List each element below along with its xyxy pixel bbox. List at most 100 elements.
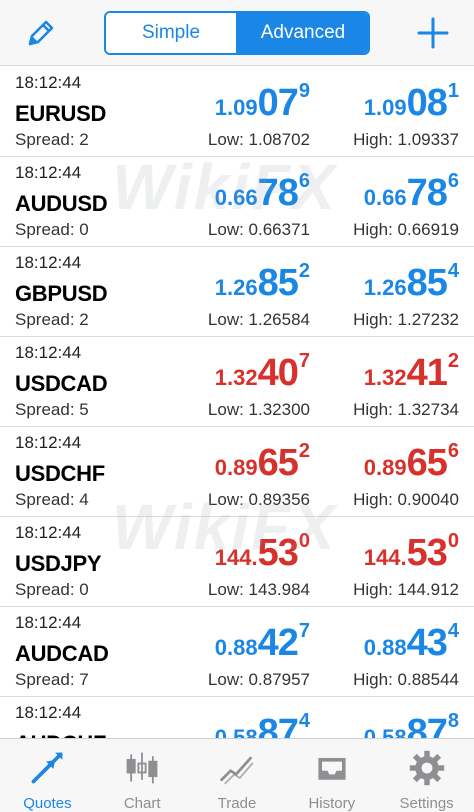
tab-bar: Quotes Chart Trade History Settings xyxy=(0,738,474,812)
add-symbol-button[interactable] xyxy=(414,14,452,52)
ask-price-prefix: 1.32 xyxy=(363,365,407,390)
quote-low: Low: 0.87957 xyxy=(207,670,310,689)
quotes-arrows-icon xyxy=(32,752,63,784)
edit-button[interactable] xyxy=(24,16,58,50)
ask-price: 0.58878 xyxy=(364,711,459,738)
bid-price: 0.89652 xyxy=(215,441,310,482)
bid-price-prefix: 1.26 xyxy=(214,275,258,300)
segment-advanced[interactable]: Advanced xyxy=(236,13,368,53)
quote-low: Low: 1.32300 xyxy=(207,400,310,419)
plus-icon xyxy=(417,17,449,49)
segment-simple[interactable]: Simple xyxy=(106,13,236,53)
quote-low: Low: 1.26584 xyxy=(207,310,310,329)
bid-price-prefix: 0.58 xyxy=(214,725,258,739)
quote-high: High: 144.912 xyxy=(353,580,459,599)
quote-spread: Spread: 2 xyxy=(15,130,89,149)
bid-price-pips: 53 xyxy=(257,532,299,574)
tab-settings[interactable]: Settings xyxy=(379,739,474,812)
quote-row[interactable]: 18:12:44 GBPUSD Spread: 2 1.26852 1.2685… xyxy=(0,247,474,337)
bid-price-pips: 87 xyxy=(257,712,299,738)
quote-symbol: AUDCHF xyxy=(15,731,106,738)
ask-price-pips: 53 xyxy=(406,532,448,574)
bid-price: 0.66786 xyxy=(215,171,310,212)
history-inbox-icon xyxy=(318,758,346,780)
quote-row[interactable]: 18:12:44 AUDUSD Spread: 0 0.66786 0.6678… xyxy=(0,157,474,247)
bid-price-pips: 85 xyxy=(257,262,299,304)
bid-price: 144.530 xyxy=(215,531,310,572)
quote-row[interactable]: 18:12:44 AUDCHF 0.58874 0.58878 xyxy=(0,697,474,738)
quote-spread: Spread: 0 xyxy=(15,220,89,239)
bid-price-fraction: 7 xyxy=(298,620,310,642)
quote-spread: Spread: 0 xyxy=(15,580,89,599)
bid-price-prefix: 1.09 xyxy=(214,95,258,120)
bid-price-fraction: 2 xyxy=(298,440,310,462)
quote-time: 18:12:44 xyxy=(15,253,82,272)
tab-chart[interactable]: Chart xyxy=(95,739,190,812)
ask-price: 144.530 xyxy=(364,531,459,572)
ask-price-prefix: 0.58 xyxy=(363,725,407,739)
ask-price-prefix: 0.88 xyxy=(363,635,407,660)
top-bar: Simple Advanced xyxy=(0,0,474,66)
quote-symbol: AUDCAD xyxy=(15,641,109,666)
bid-price-pips: 78 xyxy=(257,172,299,214)
ask-price-prefix: 0.66 xyxy=(363,185,407,210)
ask-price-fraction: 4 xyxy=(447,620,459,642)
bid-price-prefix: 1.32 xyxy=(214,365,258,390)
ask-price-fraction: 6 xyxy=(447,170,459,192)
ask-price: 1.09081 xyxy=(364,81,459,122)
pencil-icon xyxy=(28,20,54,46)
quote-row[interactable]: 18:12:44 USDCHF Spread: 4 0.89652 0.8965… xyxy=(0,427,474,517)
quote-high: High: 0.90040 xyxy=(353,490,459,509)
bid-price-pips: 65 xyxy=(257,442,299,484)
tab-trade[interactable]: Trade xyxy=(190,739,285,812)
quote-symbol: EURUSD xyxy=(15,101,107,126)
quote-row[interactable]: 18:12:44 EURUSD Spread: 2 1.09079 1.0908… xyxy=(0,67,474,157)
ask-price-fraction: 0 xyxy=(447,530,459,552)
ask-price-pips: 41 xyxy=(406,352,448,394)
bid-price-prefix: 0.88 xyxy=(214,635,258,660)
bid-price: 0.88427 xyxy=(215,621,310,662)
tab-label: History xyxy=(308,795,356,812)
tab-label: Chart xyxy=(123,795,161,812)
tab-history[interactable]: History xyxy=(284,739,379,812)
quote-symbol: GBPUSD xyxy=(15,281,108,306)
quote-time: 18:12:44 xyxy=(15,343,82,362)
ask-price-prefix: 1.26 xyxy=(363,275,407,300)
ask-price: 0.89656 xyxy=(364,441,459,482)
quote-row[interactable]: 18:12:44 USDCAD Spread: 5 1.32407 1.3241… xyxy=(0,337,474,427)
gear-icon xyxy=(409,750,444,786)
quote-time: 18:12:44 xyxy=(15,433,82,452)
ask-price-prefix: 1.09 xyxy=(363,95,407,120)
ask-price-pips: 78 xyxy=(406,172,448,214)
quote-time: 18:12:44 xyxy=(15,613,82,632)
bid-price-fraction: 2 xyxy=(298,260,310,282)
ask-price-pips: 43 xyxy=(406,622,448,664)
quote-time: 18:12:44 xyxy=(15,523,82,542)
quote-symbol: USDCHF xyxy=(15,461,105,486)
bid-price: 1.26852 xyxy=(215,261,310,302)
bid-price-prefix: 0.89 xyxy=(214,455,258,480)
ask-price: 1.32412 xyxy=(364,351,459,392)
quote-spread: Spread: 2 xyxy=(15,310,89,329)
quote-symbol: USDCAD xyxy=(15,371,108,396)
quote-row[interactable]: 18:12:44 AUDCAD Spread: 7 0.88427 0.8843… xyxy=(0,607,474,697)
ask-price: 1.26854 xyxy=(364,261,459,302)
ask-price-fraction: 2 xyxy=(447,350,459,372)
ask-price-pips: 65 xyxy=(406,442,448,484)
quote-spread: Spread: 7 xyxy=(15,670,89,689)
bid-price-pips: 40 xyxy=(257,352,299,394)
ask-price: 0.66786 xyxy=(364,171,459,212)
ask-price: 0.88434 xyxy=(364,621,459,662)
quote-low: Low: 1.08702 xyxy=(207,130,310,149)
quote-time: 18:12:44 xyxy=(15,703,82,722)
bid-price-fraction: 7 xyxy=(298,350,310,372)
quote-row[interactable]: 18:12:44 USDJPY Spread: 0 144.530 144.53… xyxy=(0,517,474,607)
ask-price-fraction: 8 xyxy=(447,710,459,732)
quote-symbol: AUDUSD xyxy=(15,191,108,216)
quote-low: Low: 0.89356 xyxy=(207,490,310,509)
bid-price-pips: 07 xyxy=(257,82,299,124)
tab-quotes[interactable]: Quotes xyxy=(0,739,95,812)
tab-label: Trade xyxy=(217,795,257,812)
bid-price-prefix: 144. xyxy=(214,545,258,570)
bid-price-fraction: 9 xyxy=(298,80,310,102)
